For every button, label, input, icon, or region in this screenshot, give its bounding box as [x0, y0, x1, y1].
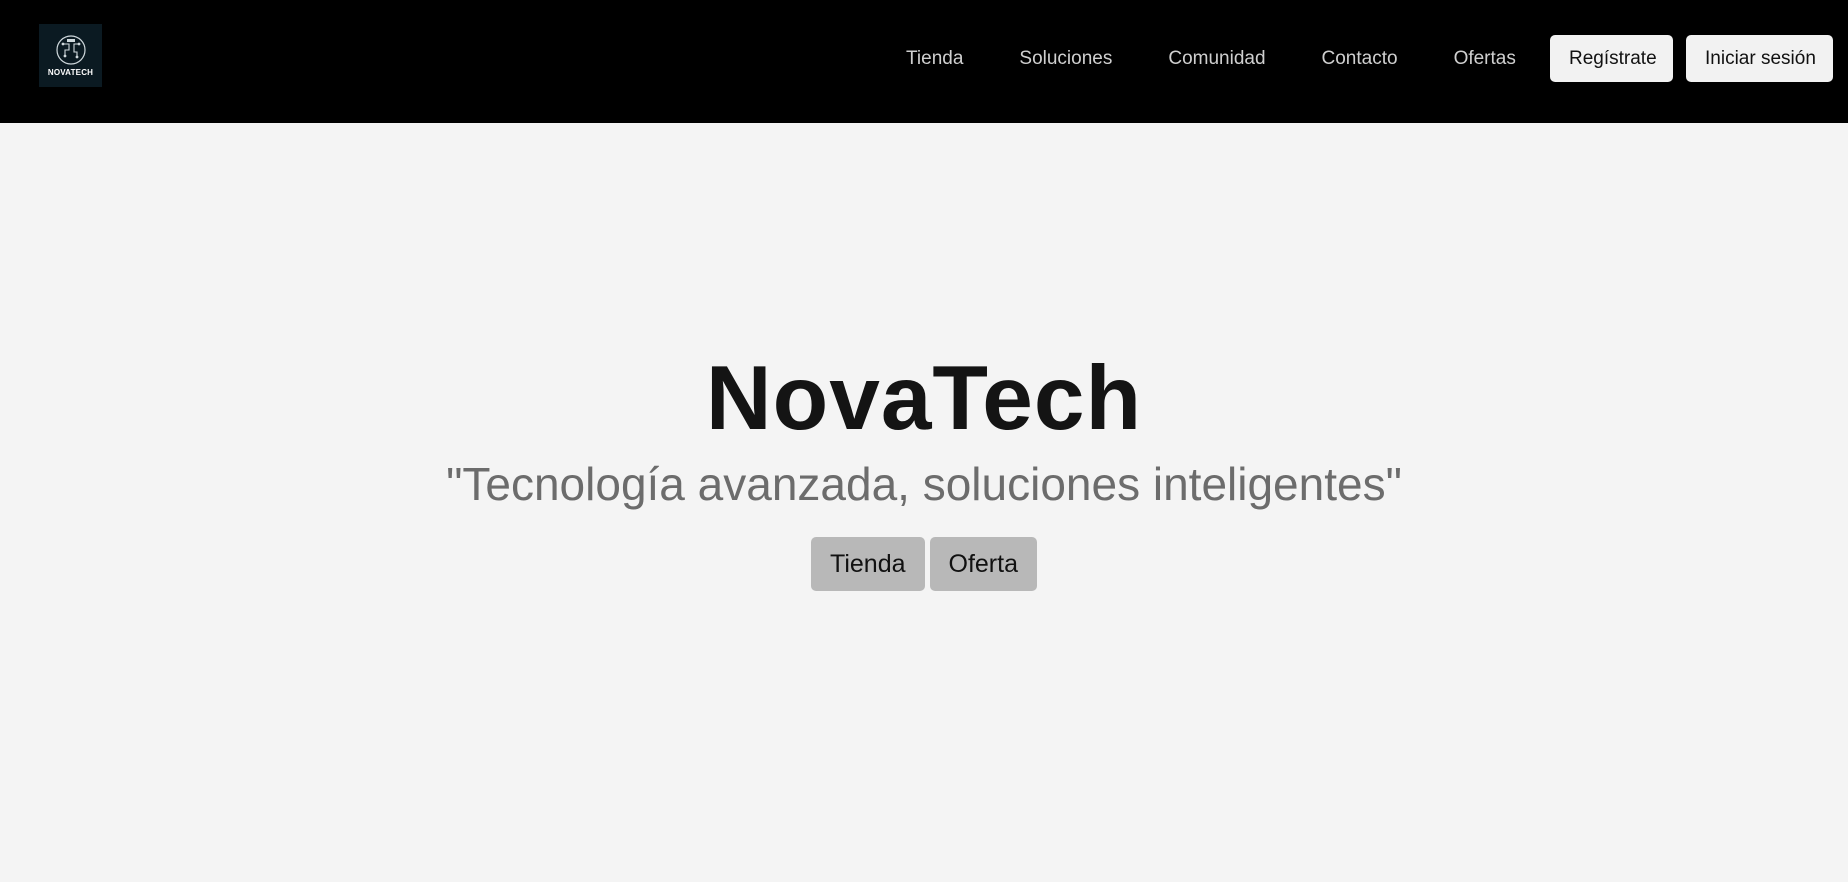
- hero-oferta-button[interactable]: Oferta: [929, 537, 1037, 591]
- hero-subtitle: "Tecnología avanzada, soluciones intelig…: [446, 458, 1402, 510]
- logo-text: NOVATECH: [47, 68, 94, 77]
- hero-tienda-button[interactable]: Tienda: [811, 537, 925, 591]
- nav-link-contacto[interactable]: Contacto: [1322, 48, 1398, 70]
- hero-title: NovaTech: [705, 348, 1143, 449]
- nav-link-comunidad[interactable]: Comunidad: [1168, 48, 1265, 70]
- login-button[interactable]: Iniciar sesión: [1686, 35, 1833, 82]
- hero-section: NovaTech "Tecnología avanzada, solucione…: [0, 123, 1848, 882]
- circuit-brain-icon: [55, 35, 86, 65]
- nav-link-soluciones[interactable]: Soluciones: [1019, 48, 1112, 70]
- nav-link-ofertas[interactable]: Ofertas: [1454, 48, 1516, 70]
- site-header: NOVATECH Tienda Soluciones Comunidad Con…: [0, 0, 1848, 123]
- register-button[interactable]: Regístrate: [1550, 35, 1673, 82]
- nav-link-tienda[interactable]: Tienda: [906, 48, 963, 70]
- logo[interactable]: NOVATECH: [39, 24, 102, 87]
- main-nav: Tienda Soluciones Comunidad Contacto Ofe…: [850, 0, 1572, 117]
- hero-button-group: Tienda Oferta: [0, 537, 1848, 591]
